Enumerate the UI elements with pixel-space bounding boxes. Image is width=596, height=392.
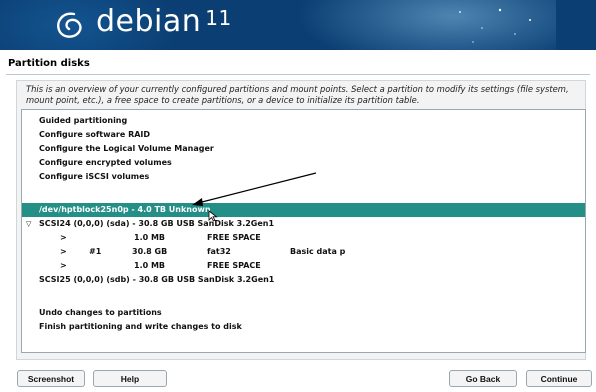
brand-name: debian: [96, 4, 202, 39]
list-item-iscsi[interactable]: Configure iSCSI volumes: [22, 170, 585, 184]
go-back-button[interactable]: Go Back: [449, 370, 517, 387]
partition-size: 1.0 MB: [134, 261, 166, 270]
list-item-label: Configure encrypted volumes: [39, 158, 172, 167]
debian-banner: debian 11: [0, 0, 596, 50]
partition-list[interactable]: Guided partitioning Configure software R…: [21, 109, 586, 353]
chevron-right-icon: >: [60, 233, 67, 242]
collapse-toggle-icon[interactable]: ▽: [26, 217, 31, 231]
mouse-cursor-icon: [208, 210, 218, 222]
list-item-label: Finish partitioning and write changes to…: [39, 322, 242, 331]
continue-button[interactable]: Continue: [526, 370, 592, 387]
list-item-label: /dev/hptblock25n0p - 4.0 TB Unknown: [39, 205, 211, 214]
list-item-sdb-disk[interactable]: SCSI25 (0,0,0) (sdb) - 30.8 GB USB SanDi…: [22, 273, 585, 287]
list-item-undo[interactable]: Undo changes to partitions: [22, 306, 585, 320]
list-item-label: Configure the Logical Volume Manager: [39, 144, 214, 153]
list-item-sda-disk[interactable]: ▽ SCSI24 (0,0,0) (sda) - 30.8 GB USB San…: [22, 217, 585, 231]
partition-type: FREE SPACE: [207, 261, 261, 270]
partition-type: fat32: [207, 247, 231, 256]
list-item-finish[interactable]: Finish partitioning and write changes to…: [22, 320, 585, 334]
list-item-hptblock-selected[interactable]: /dev/hptblock25n0p - 4.0 TB Unknown: [22, 203, 585, 217]
list-item-raid[interactable]: Configure software RAID: [22, 128, 585, 142]
debian-logo-text: debian 11: [96, 4, 232, 39]
list-item-free-space[interactable]: > 1.0 MB FREE SPACE: [22, 231, 585, 245]
partition-type: FREE SPACE: [207, 233, 261, 242]
list-item-label: Configure iSCSI volumes: [39, 172, 150, 181]
chevron-right-icon: >: [60, 247, 67, 256]
list-item-lvm[interactable]: Configure the Logical Volume Manager: [22, 142, 585, 156]
partition-size: 30.8 GB: [132, 247, 168, 256]
chevron-right-icon: >: [60, 261, 67, 270]
screenshot-button[interactable]: Screenshot: [17, 370, 85, 387]
description-text: This is an overview of your currently co…: [26, 84, 569, 105]
partition-number: #1: [89, 247, 102, 256]
brand-version: 11: [205, 6, 232, 30]
list-item-encrypted[interactable]: Configure encrypted volumes: [22, 156, 585, 170]
banner-sparkles: [459, 8, 531, 43]
debian-swirl-icon: [57, 12, 82, 38]
list-item-guided[interactable]: Guided partitioning: [22, 114, 585, 128]
list-item-label: Guided partitioning: [39, 116, 128, 125]
partition-name: Basic data p: [290, 247, 346, 256]
list-item-label: SCSI25 (0,0,0) (sdb) - 30.8 GB USB SanDi…: [39, 275, 275, 284]
list-item-label: Undo changes to partitions: [39, 308, 162, 317]
page-title: Partition disks: [8, 58, 90, 69]
title-divider: [6, 74, 590, 75]
list-item-label: SCSI24 (0,0,0) (sda) - 30.8 GB USB SanDi…: [39, 219, 275, 228]
list-item-partition-1[interactable]: > #1 30.8 GB fat32 Basic data p: [22, 245, 585, 259]
list-item-free-space[interactable]: > 1.0 MB FREE SPACE: [22, 259, 585, 273]
help-button[interactable]: Help: [93, 370, 167, 387]
partition-size: 1.0 MB: [134, 233, 166, 242]
list-item-label: Configure software RAID: [39, 130, 151, 139]
